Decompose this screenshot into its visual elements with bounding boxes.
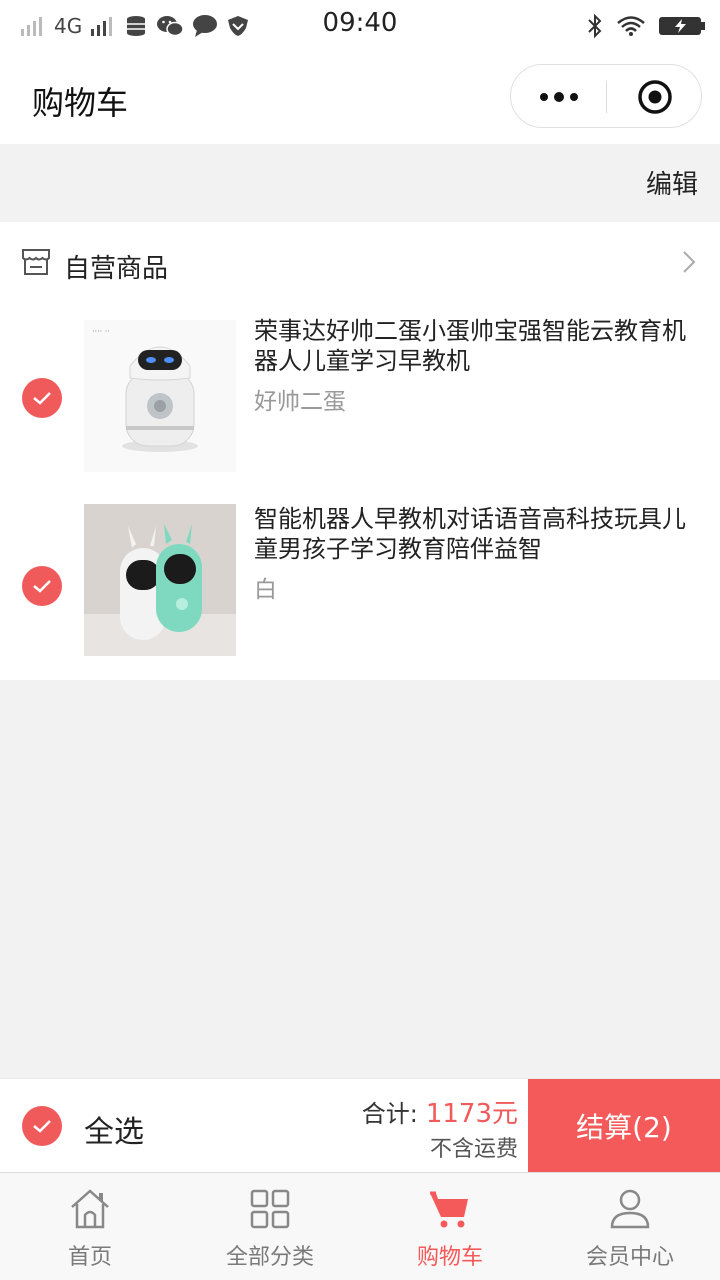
cart-icon — [430, 1191, 468, 1228]
cart-section: 自营商品 ···· ·· 荣事达好帅二蛋小蛋帅宝强智能云教育机器人儿童学习早教机… — [0, 222, 720, 680]
item-spec: 白 — [254, 577, 277, 603]
total-label: 合计: — [361, 1100, 418, 1128]
nav-bar: 购物车 — [0, 52, 720, 144]
select-all-label[interactable]: 全选 — [84, 1107, 144, 1151]
mini-program-capsule — [510, 64, 702, 128]
status-right — [586, 10, 706, 42]
target-close-icon — [638, 80, 672, 114]
tab-label: 购物车 — [416, 1245, 483, 1270]
checkmark-icon — [33, 1120, 51, 1133]
product-image[interactable]: ···· ·· — [84, 320, 236, 472]
chevron-right-icon — [683, 251, 696, 273]
more-button[interactable] — [511, 65, 607, 129]
select-all-checkbox[interactable] — [22, 1106, 62, 1146]
tab-bar: 首页 全部分类 购物车 会员中心 — [0, 1172, 720, 1280]
robot-product-image: ···· ·· — [84, 320, 236, 472]
tab-label: 全部分类 — [225, 1245, 314, 1270]
item-title[interactable]: 智能机器人早教机对话语音高科技玩具儿童男孩子学习教育陪伴益智 — [254, 504, 704, 564]
status-bar: 4G 09:40 — [0, 0, 720, 52]
page-title: 购物车 — [32, 84, 129, 122]
store-header[interactable]: 自营商品 — [0, 222, 720, 304]
more-dots-icon — [540, 92, 578, 102]
tab-label: 首页 — [67, 1245, 112, 1270]
close-button[interactable] — [607, 65, 703, 129]
tab-label: 会员中心 — [585, 1245, 674, 1270]
user-icon — [610, 1189, 650, 1229]
store-icon — [22, 249, 50, 275]
checkmark-icon — [33, 392, 51, 405]
wifi-icon — [617, 16, 645, 36]
tab-member-center[interactable]: 会员中心 — [540, 1173, 720, 1280]
edit-row: 编辑 — [0, 144, 720, 222]
bluetooth-icon — [588, 13, 602, 39]
product-image[interactable] — [84, 504, 236, 656]
checkout-button[interactable]: 结算(2) — [528, 1079, 720, 1173]
item-title[interactable]: 荣事达好帅二蛋小蛋帅宝强智能云教育机器人儿童学习早教机 — [254, 316, 704, 376]
svg-text:···· ··: ···· ·· — [92, 327, 110, 336]
checkmark-icon — [33, 580, 51, 593]
tab-all-categories[interactable]: 全部分类 — [180, 1173, 360, 1280]
store-name: 自营商品 — [64, 254, 169, 284]
home-icon — [71, 1189, 109, 1229]
robot-pair-product-image — [84, 504, 236, 656]
battery-icon — [659, 17, 705, 35]
item-checkbox[interactable] — [22, 566, 62, 606]
shipping-note: 不含运费 — [429, 1137, 518, 1162]
cart-item[interactable]: ···· ·· 荣事达好帅二蛋小蛋帅宝强智能云教育机器人儿童学习早教机 好帅二蛋 — [0, 316, 720, 486]
checkout-bar: 全选 合计: 1173元 不含运费 结算(2) — [0, 1078, 720, 1173]
total-line: 合计: 1173元 — [362, 1093, 518, 1130]
item-spec: 好帅二蛋 — [254, 389, 346, 415]
tab-home[interactable]: 首页 — [0, 1173, 180, 1280]
item-checkbox[interactable] — [22, 378, 62, 418]
cart-item[interactable]: 智能机器人早教机对话语音高科技玩具儿童男孩子学习教育陪伴益智 白 — [0, 504, 720, 674]
tab-cart[interactable]: 购物车 — [360, 1173, 540, 1280]
grid-icon — [250, 1189, 290, 1229]
edit-button[interactable]: 编辑 — [646, 164, 698, 201]
total-amount: 1173元 — [425, 1099, 518, 1129]
